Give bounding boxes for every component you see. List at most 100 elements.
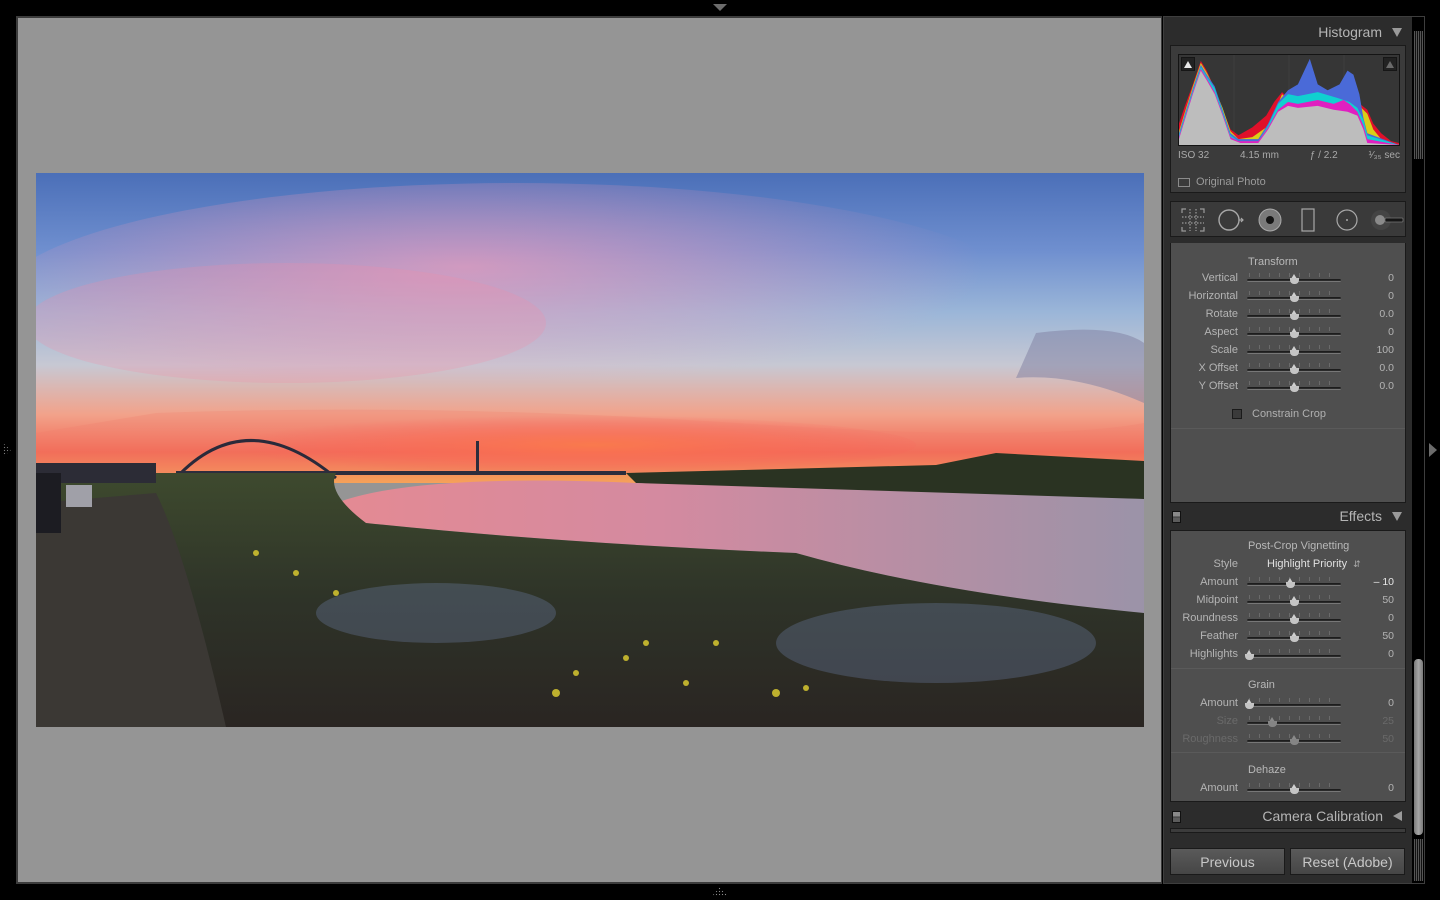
vignette-style-row: Style Highlight Priority ⇵ [1171, 556, 1405, 574]
slider-value[interactable]: 0 [1388, 612, 1394, 624]
slider-row-horizontal: Horizontal 0 [1171, 288, 1405, 306]
slider-thumb[interactable] [1290, 328, 1299, 338]
constrain-crop-toggle[interactable]: Constrain Crop [1232, 408, 1326, 420]
slider-thumb[interactable] [1290, 614, 1299, 624]
divider [1171, 752, 1405, 753]
scrollbar-thumb[interactable] [1414, 659, 1423, 835]
slider-thumb[interactable] [1290, 596, 1299, 606]
exif-info: ISO 32 4.15 mm ƒ / 2.2 ¹⁄₃₅ sec [1178, 150, 1400, 161]
expand-triangle-icon[interactable] [1393, 811, 1402, 821]
slider-thumb[interactable] [1290, 364, 1299, 374]
slider-label: Size [1216, 715, 1238, 727]
original-photo-toggle[interactable]: Original Photo [1178, 176, 1266, 188]
slider-thumb[interactable] [1290, 292, 1299, 302]
collapse-triangle-icon[interactable] [1392, 511, 1402, 521]
slider-thumb[interactable] [1267, 717, 1277, 727]
slider-value[interactable]: 100 [1376, 344, 1394, 356]
slider-label: Scale [1210, 344, 1238, 356]
transform-panel: Transform Vertical 0 Horizontal 0 Rotate 0.0 A… [1170, 243, 1406, 503]
collapse-triangle-icon[interactable] [1392, 27, 1402, 37]
lightroom-develop-window: Histogram ISO 32 4.15 mm ƒ / 2.2 ¹⁄₃₅ se… [0, 0, 1440, 900]
filmstrip-toggle-icon[interactable] [712, 887, 728, 896]
slider-label: Highlights [1189, 648, 1238, 660]
spot-removal-icon [1218, 209, 1245, 231]
slider-value[interactable]: 0 [1388, 290, 1394, 302]
slider-row-y-offset: Y Offset 0.0 [1171, 378, 1405, 396]
vignette-style-select[interactable]: Highlight Priority ⇵ [1267, 558, 1361, 570]
slider-thumb[interactable] [1290, 784, 1299, 794]
slider-row-amount: Amount 0 [1171, 695, 1405, 713]
slider-thumb[interactable] [1290, 274, 1299, 284]
shadow-clipping-indicator-icon[interactable] [1181, 57, 1195, 71]
radial-filter-tool[interactable] [1333, 206, 1361, 234]
graduated-filter-icon [1301, 208, 1315, 232]
histogram-header[interactable]: Histogram [1170, 19, 1406, 45]
spot-removal-tool[interactable] [1217, 206, 1245, 234]
histogram-panel: ISO 32 4.15 mm ƒ / 2.2 ¹⁄₃₅ sec Original… [1170, 45, 1406, 193]
slider-thumb[interactable] [1290, 632, 1299, 642]
previous-button[interactable]: Previous [1170, 848, 1285, 875]
effects-title: Effects [1339, 508, 1382, 524]
slider-value[interactable]: 50 [1382, 630, 1394, 642]
slider-ticks [1249, 716, 1339, 720]
slider-value[interactable]: 0.0 [1379, 380, 1394, 392]
slider-thumb[interactable] [1245, 699, 1254, 709]
slider-value[interactable]: 0.0 [1379, 308, 1394, 320]
crop-overlay-tool[interactable] [1179, 206, 1207, 234]
graduated-filter-tool[interactable] [1294, 206, 1322, 234]
slider-value[interactable]: 0 [1388, 648, 1394, 660]
effects-header[interactable]: Effects [1170, 503, 1406, 529]
slider-thumb[interactable] [1290, 346, 1299, 356]
camera-calibration-header[interactable]: Camera Calibration [1170, 803, 1406, 829]
slider-value[interactable]: – 10 [1374, 576, 1394, 588]
slider-value[interactable]: 50 [1382, 594, 1394, 606]
slider-label: Aspect [1204, 326, 1238, 338]
divider [1171, 428, 1405, 429]
effects-panel: Post-Crop Vignetting Style Highlight Pri… [1170, 530, 1406, 802]
slider-value[interactable]: 0 [1388, 326, 1394, 338]
photo-preview[interactable] [36, 173, 1144, 727]
adjustment-brush-tool[interactable] [1370, 206, 1404, 234]
slider-thumb[interactable] [1290, 382, 1299, 392]
red-eye-tool[interactable] [1256, 206, 1284, 234]
original-photo-checkbox[interactable] [1178, 177, 1190, 187]
slider-thumb[interactable] [1285, 578, 1295, 588]
left-panel-toggle-icon[interactable] [3, 443, 11, 457]
slider-thumb[interactable] [1290, 310, 1299, 320]
constrain-crop-label: Constrain Crop [1252, 408, 1326, 420]
camera-calibration-enable-switch[interactable] [1172, 811, 1181, 823]
reset-button[interactable]: Reset (Adobe) [1290, 848, 1405, 875]
camera-calibration-title: Camera Calibration [1262, 808, 1383, 824]
slider-label: Amount [1200, 697, 1238, 709]
slider-label: Roughness [1182, 733, 1238, 745]
slider-value[interactable]: 0 [1388, 782, 1394, 794]
slider-ticks [1249, 698, 1339, 702]
slider-label: Amount [1200, 576, 1238, 588]
slider-value[interactable]: 25 [1382, 715, 1394, 727]
slider-row-amount: Amount 0 [1171, 780, 1405, 798]
red-eye-icon [1258, 208, 1282, 232]
style-value: Highlight Priority [1267, 558, 1348, 570]
slider-value[interactable]: 0 [1388, 272, 1394, 284]
panel-scrollbar[interactable] [1412, 17, 1424, 883]
slider-thumb[interactable] [1245, 650, 1254, 660]
effects-enable-switch[interactable] [1172, 511, 1181, 523]
slider-label: X Offset [1198, 362, 1238, 374]
highlight-clipping-indicator-icon[interactable] [1383, 57, 1397, 71]
adjustment-brush-icon [1370, 210, 1404, 230]
aperture-value: ƒ / 2.2 [1309, 150, 1338, 161]
slider-track[interactable] [1247, 655, 1341, 658]
slider-value[interactable]: 0 [1388, 697, 1394, 709]
slider-value[interactable]: 50 [1382, 733, 1394, 745]
slider-track[interactable] [1247, 722, 1341, 725]
slider-value[interactable]: 0.0 [1379, 362, 1394, 374]
constrain-crop-checkbox[interactable] [1232, 409, 1242, 419]
right-panel-toggle-icon[interactable] [1429, 443, 1437, 457]
slider-thumb[interactable] [1290, 735, 1299, 745]
histogram-graph[interactable] [1178, 54, 1400, 146]
slider-track[interactable] [1247, 704, 1341, 707]
sunset-river-photo [36, 173, 1144, 727]
slider-row-scale: Scale 100 [1171, 342, 1405, 360]
slider-label: Rotate [1205, 308, 1238, 320]
top-panel-toggle-icon[interactable] [713, 4, 727, 11]
